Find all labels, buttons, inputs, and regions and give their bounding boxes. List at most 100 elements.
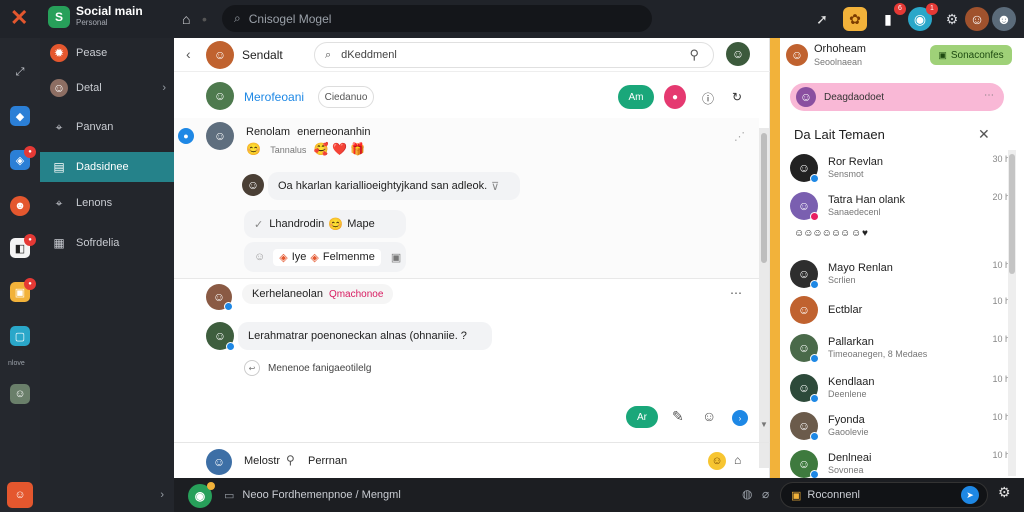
- app-icon-3[interactable]: ☻: [10, 196, 30, 216]
- friend-item[interactable]: ☺ Tatra Han olank Sanaedecenl 20 h: [790, 188, 1010, 224]
- home-icon[interactable]: ⌂: [182, 9, 190, 29]
- rail-avatar[interactable]: ☺: [10, 384, 30, 404]
- message-avatar[interactable]: ☺: [206, 122, 234, 150]
- mention-icon[interactable]: ⚲: [286, 453, 295, 467]
- right-decorative-strip: [770, 38, 780, 478]
- image-icon[interactable]: ▣: [391, 251, 401, 264]
- friend-item[interactable]: ☺ Ror Revlan Sensmot 30 h: [790, 150, 1010, 186]
- more-icon[interactable]: ⋯: [984, 90, 994, 101]
- reply-avatar[interactable]: ☺: [242, 174, 264, 196]
- app-brand[interactable]: S Social main Personal: [48, 5, 143, 28]
- emoji-icon[interactable]: ☺: [708, 452, 726, 470]
- settings-icon[interactable]: ⚙: [940, 7, 964, 31]
- message-author[interactable]: Renolam: [246, 126, 290, 138]
- friend-item[interactable]: ☺ Mayo Renlan Scrlien 10 h: [790, 256, 1010, 292]
- message-bubble[interactable]: Oa hkarlan kariallioeightyjkand san adle…: [268, 172, 520, 200]
- reply-thread[interactable]: ↩ Menenoe fanigaeotilelg: [244, 356, 371, 380]
- scrollbar-thumb[interactable]: [761, 133, 767, 263]
- like-icon[interactable]: ●: [664, 85, 686, 109]
- panel-action-button[interactable]: ▣ Sonaconfes: [930, 45, 1012, 65]
- panel-banner[interactable]: ☺ Deagdaodoet ⋯: [790, 83, 1004, 111]
- tag-icon: ⌖: [55, 195, 63, 210]
- attachment-icon[interactable]: ⌂: [734, 453, 741, 467]
- friend-item[interactable]: ☺ Kendlaan Deenlene 10 h: [790, 370, 1010, 406]
- global-search-input[interactable]: [248, 11, 609, 26]
- header-avatar[interactable]: ☺: [726, 42, 750, 66]
- attach-icon[interactable]: ⌀: [762, 487, 769, 501]
- group-avatar[interactable]: ☺: [206, 82, 234, 110]
- scroll-down-icon[interactable]: ▼: [760, 420, 768, 429]
- refresh-icon[interactable]: ↻: [732, 90, 742, 104]
- friend-item[interactable]: ☺ Pallarkan Timeoanegen, 8 Medaes 10 h: [790, 330, 1010, 366]
- panel-user-avatar[interactable]: ☺: [786, 44, 808, 66]
- profile-search-icon[interactable]: ⚲: [689, 47, 699, 63]
- app-icon-5[interactable]: ▣ ●: [10, 278, 36, 302]
- friend-avatar-stack[interactable]: ☺☺☺☺☺☺ ☺ ♥: [794, 228, 868, 239]
- close-x-logo-icon[interactable]: ✕: [10, 6, 28, 30]
- message-time: Tannalus: [270, 145, 307, 155]
- search-icon: ⌕: [234, 11, 241, 25]
- close-icon[interactable]: ✕: [978, 126, 990, 143]
- messages-icon[interactable]: ◉ 1: [908, 3, 938, 31]
- app-icon-2[interactable]: ◈ ●: [10, 146, 36, 170]
- divider-dot-icon: •: [202, 11, 207, 27]
- message-author[interactable]: Kerhelaneolan: [252, 288, 323, 300]
- message-bubble[interactable]: ✓ Lhandrodin 😊 Mape: [244, 210, 406, 238]
- message-bubble[interactable]: Lerahmatrar poenoneckan alnas (ohnaniie.…: [238, 322, 492, 350]
- online-dot: [810, 432, 819, 441]
- bottom-input[interactable]: ▭ Neoo Fordhemenpnoe / Mengml: [224, 484, 744, 506]
- panel-scrollbar-thumb[interactable]: [1009, 154, 1015, 274]
- expand-icon[interactable]: ⤢: [10, 62, 30, 82]
- nav-item-panvan[interactable]: ⌖ Panvan: [40, 112, 174, 142]
- bottom-rail-avatar[interactable]: ☺: [7, 482, 33, 508]
- chat-avatar[interactable]: ☺: [206, 41, 234, 69]
- chevron-right-icon[interactable]: ›: [732, 410, 748, 426]
- user-avatar[interactable]: ☺: [965, 7, 989, 31]
- icon-rail: ⤢ ◆ ◈ ● ☻ ◧ ● ▣ ● ▢ nlove ☺ ☺: [0, 38, 40, 512]
- bottom-right-input[interactable]: ▣ Roconnenl ➤: [780, 482, 988, 508]
- group-name[interactable]: Merofeoani: [244, 90, 304, 104]
- settings-icon[interactable]: ⚙: [998, 484, 1011, 501]
- global-search[interactable]: ⌕: [222, 5, 652, 32]
- friend-item[interactable]: ☺ Fyonda Gaoolevie 10 h: [790, 408, 1010, 444]
- more-options-icon[interactable]: ⋯: [730, 286, 742, 300]
- notifications-icon[interactable]: ▮ 6: [876, 3, 906, 31]
- group-action-button[interactable]: Am: [618, 85, 654, 109]
- composer-text[interactable]: Perrnan: [308, 455, 347, 467]
- message-chip[interactable]: ◈ Iye ◈ Felmenme: [273, 248, 381, 266]
- share-icon[interactable]: ➚: [810, 7, 834, 31]
- app-icon-1[interactable]: ◆: [10, 106, 30, 126]
- nav-item-dadsidnee[interactable]: ▤ Dadsidnee: [40, 152, 174, 182]
- chevron-right-icon[interactable]: ›: [160, 489, 164, 501]
- nav-item-pease[interactable]: ✹ Pease: [40, 38, 174, 68]
- divider: [174, 278, 759, 279]
- mic-icon[interactable]: ◍: [742, 487, 752, 501]
- nav-item-label: Sofrdelia: [76, 237, 120, 249]
- friend-item[interactable]: ☺ Ectblar 10 h: [790, 292, 1010, 328]
- nav-item-lenons[interactable]: ⌖ Lenons: [40, 188, 174, 218]
- chevron-right-icon: ›: [162, 82, 166, 94]
- panel-user-name: Orhoheam: [814, 43, 866, 55]
- messages-badge: 1: [926, 3, 938, 15]
- friend-item[interactable]: ☺ Denlneai Sovonea 10 h: [790, 446, 1010, 482]
- chat-search[interactable]: ⌕ dKeddmenl ⚲: [314, 42, 714, 68]
- nav-item-sofrdelia[interactable]: ▦ Sofrdelia: [40, 228, 174, 258]
- profile-avatar[interactable]: ☻: [992, 7, 1016, 31]
- app-icon-4[interactable]: ◧ ●: [10, 234, 36, 258]
- status-dot: [207, 482, 215, 490]
- send-button[interactable]: Ar: [626, 406, 658, 428]
- composer-avatar[interactable]: ☺: [206, 449, 232, 475]
- send-icon[interactable]: ➤: [961, 486, 979, 504]
- more-options-icon[interactable]: ⋰: [734, 130, 745, 143]
- message-thread-2: ☺ Kerhelaneolan Qmachonoe ⋯ ☺ Lerahmatra…: [174, 280, 759, 440]
- gift-icon[interactable]: ✿: [843, 7, 867, 31]
- friend-sub: Scrlien: [828, 275, 856, 285]
- nav-item-detal[interactable]: ☺ Detal ›: [40, 73, 174, 103]
- app-icon-6[interactable]: ▢: [10, 326, 30, 346]
- edit-icon[interactable]: ✎: [672, 408, 684, 425]
- group-tag[interactable]: Ciedanuo: [318, 86, 374, 108]
- info-icon[interactable]: ⓘ: [702, 90, 714, 107]
- emoji-picker-icon[interactable]: ☺: [254, 251, 265, 263]
- back-icon[interactable]: ‹: [186, 46, 191, 62]
- emoji-icon[interactable]: ☺: [702, 408, 716, 424]
